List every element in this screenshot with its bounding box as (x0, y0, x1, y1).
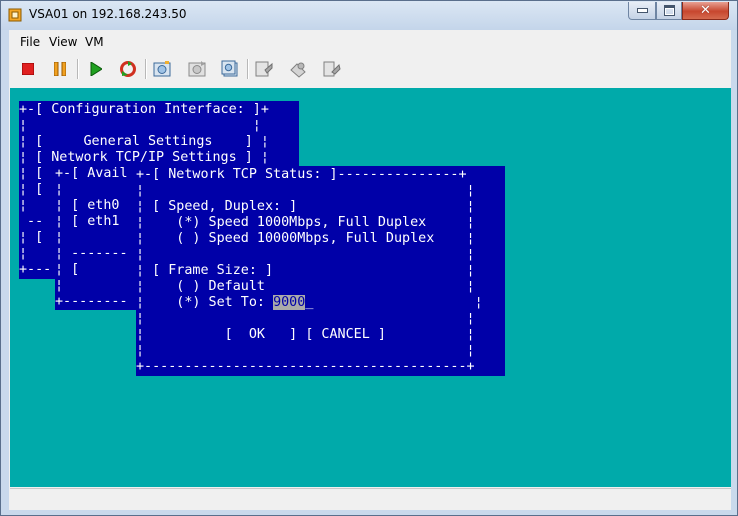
pause-icon (54, 62, 66, 76)
client-area: File View VM +-[Configuration Interface… (9, 30, 731, 510)
tcp-status-line: ¦ ¦ (136, 343, 475, 358)
config-line: ¦ [ (19, 166, 44, 181)
tcp-status-title: +-[ Network TCP Status: ]---------------… (136, 167, 467, 182)
config-title: +-[ Configuration Interface: ]+ (19, 102, 269, 117)
play-icon (90, 62, 102, 76)
avail-title: +-[ Avail (55, 166, 128, 181)
dialog-buttons-row: ¦ [ OK ] [ CANCEL ] ¦ (136, 327, 475, 343)
config-blank-line: ¦ ¦ (19, 118, 261, 133)
connect-devices-icon (323, 61, 341, 77)
toolbar-separator (247, 59, 249, 79)
menu-general-settings[interactable]: ¦ [ General Settings ] ¦ (19, 134, 269, 150)
config-line: ¦ (19, 246, 28, 261)
toolbar-separator (145, 59, 147, 79)
manage-snapshots-icon (221, 60, 238, 77)
close-button[interactable]: ✕ (682, 2, 729, 20)
vm-console-window: VSA01 on 192.168.243.50 ✕ File View VM +… (0, 0, 738, 516)
status-bar (10, 488, 731, 509)
frame-size-input[interactable]: 9000 (273, 295, 306, 310)
radio-speed-1000[interactable]: ¦ (*) Speed 1000Mbps, Full Duplex ¦ (136, 215, 475, 231)
avail-bottom: +-------- (55, 294, 128, 309)
config-line: -- (19, 214, 44, 229)
menu-view[interactable]: View (49, 35, 77, 49)
snapshot-manager-button[interactable] (219, 58, 241, 80)
menu-bar: File View VM (9, 30, 731, 54)
config-bottom: +--- (19, 262, 52, 277)
tcp-status-line: ¦ ¦ (136, 183, 475, 198)
revert-snapshot-icon (188, 61, 206, 77)
power-off-button[interactable] (17, 58, 39, 80)
avail-line: ¦ (55, 182, 64, 197)
toolbar-separator (77, 59, 79, 79)
cancel-button[interactable]: [ CANCEL ] (305, 327, 386, 342)
interface-eth1[interactable]: ¦ [ eth1 (55, 214, 120, 230)
frame-set-label: ¦ (*) Set To: (136, 295, 274, 310)
buttons-right: ¦ (385, 327, 475, 342)
available-interfaces-panel (55, 166, 147, 310)
vm-options-icon (290, 62, 306, 78)
tcp-status-line: ¦ ¦ (136, 311, 475, 326)
reset-button[interactable] (117, 58, 139, 80)
console-settings-icon (255, 61, 273, 77)
vm-console-screen[interactable]: +-[ Configuration Interface: ]+ ¦ ¦ ¦ [ … (10, 88, 731, 487)
minimize-button[interactable] (628, 2, 656, 20)
reset-icon (120, 61, 136, 77)
power-on-button[interactable] (85, 58, 107, 80)
toolbar (9, 54, 731, 84)
frame-set-suffix: ¦ (313, 295, 483, 310)
close-icon: ✕ (700, 3, 711, 18)
avail-line: ¦ [ (55, 262, 80, 277)
menu-network-tcpip-settings[interactable]: ¦ [ Network TCP/IP Settings ] ¦ (19, 150, 269, 166)
avail-line: ¦ (55, 278, 64, 293)
ok-button[interactable]: OK (249, 327, 265, 342)
snapshot-icon (153, 61, 171, 77)
buttons-mid: ] (265, 327, 306, 342)
menu-vm[interactable]: VM (85, 35, 104, 49)
interface-eth0[interactable]: ¦ [ eth0 (55, 198, 120, 214)
frame-size-header: ¦ [ Frame Size: ] ¦ (136, 263, 475, 278)
radio-frame-default[interactable]: ¦ ( ) Default ¦ (136, 279, 475, 295)
radio-frame-set-to[interactable]: ¦ (*) Set To: 9000_ ¦ (136, 295, 483, 311)
buttons-left: ¦ [ (136, 327, 249, 342)
revert-snapshot-button[interactable] (186, 58, 208, 80)
speed-duplex-header: ¦ [ Speed, Duplex: ] ¦ (136, 199, 475, 214)
tcp-status-line: ¦ ¦ (136, 247, 475, 262)
config-line: ¦ [ (19, 230, 44, 245)
vm-options-button[interactable] (287, 58, 309, 80)
maximize-button[interactable] (656, 2, 682, 20)
connect-devices-button[interactable] (321, 58, 343, 80)
vmware-logo-icon (8, 8, 22, 22)
maximize-icon (663, 5, 675, 16)
config-line: ¦ (19, 198, 28, 213)
avail-separator: ¦ ------- (55, 246, 128, 261)
title-bar[interactable]: VSA01 on 192.168.243.50 ✕ (1, 1, 737, 30)
window-title: VSA01 on 192.168.243.50 (29, 7, 187, 21)
take-snapshot-button[interactable] (151, 58, 173, 80)
minimize-icon (636, 8, 648, 13)
suspend-button[interactable] (49, 58, 71, 80)
tcp-status-bottom: +---------------------------------------… (136, 359, 475, 374)
radio-speed-10000[interactable]: ¦ ( ) Speed 10000Mbps, Full Duplex ¦ (136, 231, 475, 247)
console-settings-button[interactable] (253, 58, 275, 80)
stop-icon (22, 63, 34, 75)
avail-line: ¦ (55, 230, 64, 245)
menu-file[interactable]: File (20, 35, 40, 49)
config-line: ¦ [ (19, 182, 44, 197)
